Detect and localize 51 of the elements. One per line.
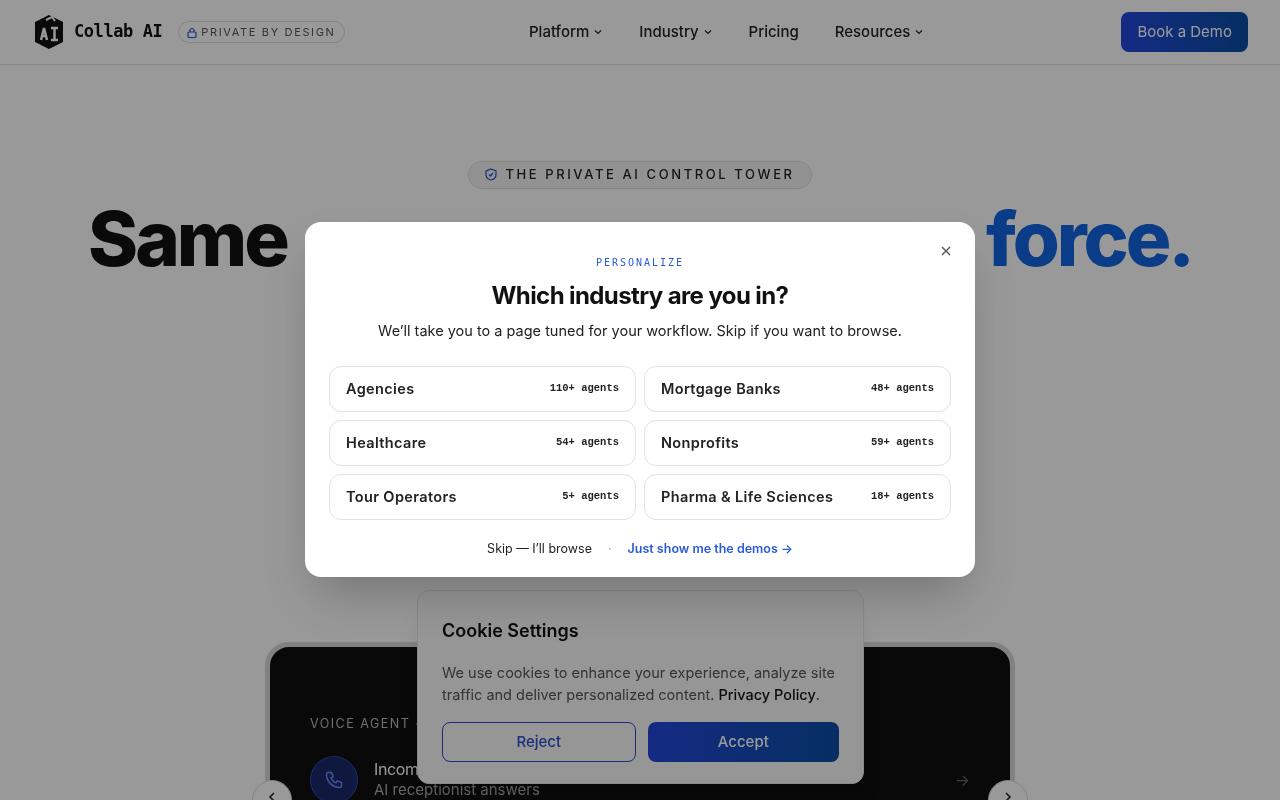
- industry-name: Agencies: [346, 378, 415, 399]
- nav-link[interactable]: Platform: [529, 20, 604, 44]
- industry-option[interactable]: Mortgage Banks 48+ agents: [644, 365, 951, 412]
- close-icon[interactable]: [939, 244, 953, 258]
- chevron-left-icon: [266, 791, 278, 800]
- industry-option[interactable]: Pharma & Life Sciences 18+ agents: [644, 473, 951, 520]
- shield-icon: [485, 168, 498, 182]
- industry-option[interactable]: Nonprofits 59+ agents: [644, 419, 951, 466]
- dialog-title: Which industry are you in?: [491, 280, 789, 312]
- dialog-eyebrow: PERSONALIZE: [595, 256, 685, 270]
- lock-icon: [187, 26, 198, 38]
- book-demo-button[interactable]: Book a Demo: [1121, 12, 1248, 52]
- nav-link[interactable]: Resources: [834, 20, 925, 44]
- accept-button[interactable]: Accept: [647, 722, 839, 762]
- separator-dot: ·: [607, 539, 612, 558]
- demos-link[interactable]: Just show me the demos →: [627, 539, 793, 559]
- phone-icon: [310, 755, 358, 800]
- card-label: VOICE AGENT ·: [310, 715, 422, 733]
- industry-name: Pharma & Life Sciences: [661, 486, 834, 507]
- chevron-down-icon: [914, 27, 925, 37]
- chevron-down-icon: [593, 27, 604, 37]
- skip-link[interactable]: Skip — I’ll browse: [487, 539, 592, 559]
- agent-count: 54+ agents: [556, 434, 619, 450]
- logo-icon: [32, 12, 66, 52]
- industry-name: Mortgage Banks: [661, 378, 781, 399]
- agent-count: 48+ agents: [871, 380, 934, 396]
- nav-link[interactable]: Industry: [639, 20, 713, 44]
- agent-count: 5+ agents: [562, 488, 619, 504]
- card-subtitle: AI receptionist answers: [374, 778, 540, 800]
- industry-option[interactable]: Agencies 110+ agents: [329, 365, 636, 412]
- cookie-text: We use cookies to enhance your experience, analyze site traffic and deliver personalized content. Privacy Policy.: [442, 663, 837, 705]
- cookie-title: Cookie Settings: [442, 619, 580, 643]
- dialog-subtitle: We’ll take you to a page tuned for your workflow. Skip if you want to browse.: [378, 321, 902, 342]
- industry-option[interactable]: Tour Operators 5+ agents: [329, 473, 636, 520]
- privacy-policy-link[interactable]: Privacy Policy: [718, 686, 816, 703]
- reject-button[interactable]: Reject: [442, 722, 636, 762]
- chevron-right-icon: [1002, 791, 1014, 800]
- chevron-down-icon: [702, 27, 713, 37]
- agent-count: 59+ agents: [871, 434, 934, 450]
- agent-count: 110+ agents: [549, 380, 619, 396]
- headline: force.: [985, 196, 1192, 281]
- arrow-text: →: [954, 768, 970, 792]
- eyebrow-badge: THE PRIVATE AI CONTROL TOWER: [468, 161, 812, 189]
- industry-name: Tour Operators: [346, 486, 457, 507]
- industry-name: Nonprofits: [661, 432, 740, 453]
- headline: Same: [88, 196, 287, 281]
- industry-option[interactable]: Healthcare 54+ agents: [329, 419, 636, 466]
- brand-name: Collab AI: [74, 20, 163, 44]
- industry-name: Healthcare: [346, 432, 427, 453]
- agent-count: 18+ agents: [871, 488, 934, 504]
- nav-link[interactable]: Pricing: [748, 20, 799, 44]
